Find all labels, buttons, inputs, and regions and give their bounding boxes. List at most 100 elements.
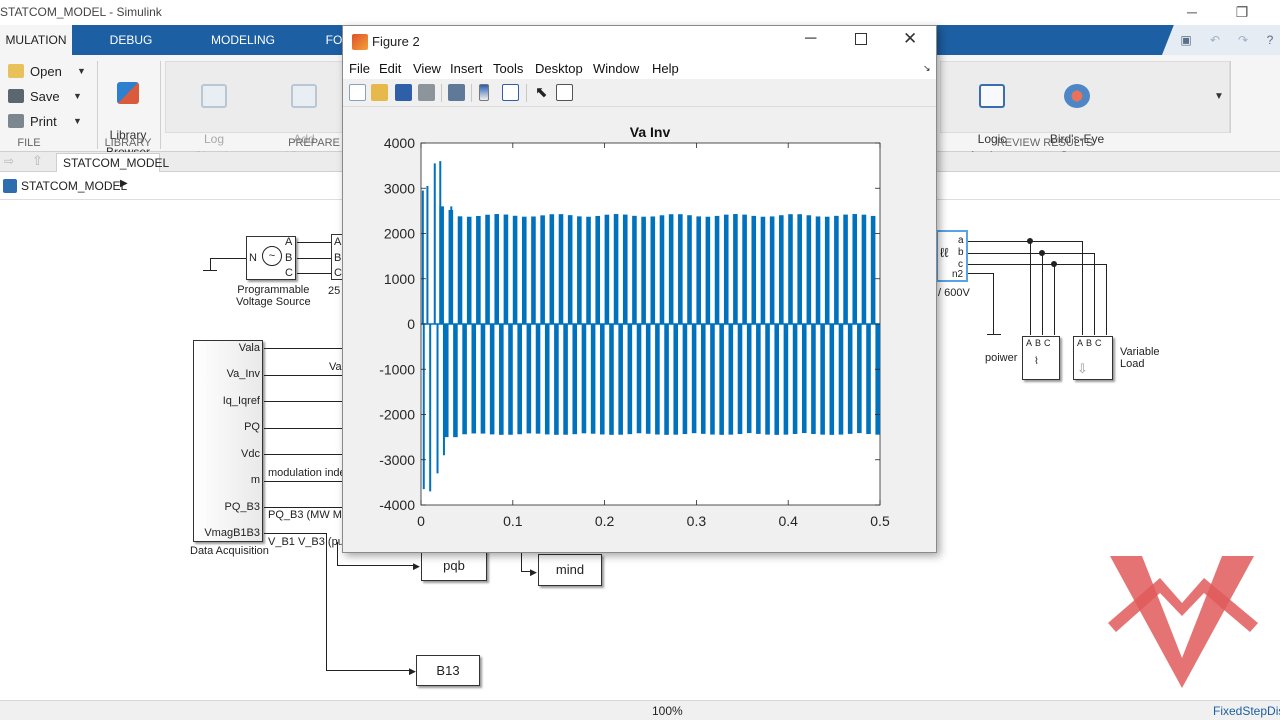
b13-block[interactable]: B13 [416, 655, 480, 686]
breadcrumb-arrow-icon[interactable]: ▶ [120, 178, 128, 189]
matlab-logo-icon [352, 34, 368, 50]
negative-pulse [664, 324, 669, 435]
mind-block[interactable]: mind [538, 554, 602, 586]
maximize-icon[interactable] [855, 33, 867, 45]
open-dropdown-icon[interactable]: ▼ [77, 66, 86, 76]
model-tab[interactable]: STATCOM_MODEL [56, 153, 169, 172]
close-icon[interactable]: ✕ [903, 29, 917, 49]
negative-pulse [857, 324, 862, 434]
breadcrumb[interactable]: STATCOM_MODEL [21, 179, 127, 193]
positive-pulse [705, 216, 711, 324]
up-arrow-icon[interactable]: ⇧ [32, 153, 43, 169]
add-viewer-button[interactable]: Add Viewer [275, 67, 333, 165]
wire [264, 454, 342, 455]
menu-insert[interactable]: Insert [450, 61, 483, 76]
undo-icon[interactable]: ↶ [1206, 31, 1224, 49]
tab-modeling[interactable]: MODELING [194, 25, 292, 55]
negative-pulse [820, 324, 825, 435]
property-editor-icon[interactable] [556, 84, 573, 101]
wire [1082, 241, 1083, 335]
figure-window: Figure 2 ─ ✕ File Edit View Insert Tools… [342, 25, 937, 553]
redo-icon[interactable]: ↷ [1234, 31, 1252, 49]
y-tick-label: 3000 [384, 180, 415, 196]
positive-pulse [687, 215, 692, 324]
negative-pulse [655, 324, 660, 435]
minimize-icon[interactable]: ─ [1182, 3, 1202, 21]
toolbar-divider [441, 84, 442, 102]
positive-pulse [503, 214, 509, 324]
menu-desktop[interactable]: Desktop [535, 61, 583, 76]
negative-pulse [728, 324, 734, 435]
signal-label: PQ_B3 (MW Mva [268, 509, 354, 521]
toolbar-divider [471, 84, 472, 102]
port-label: A [1077, 338, 1087, 348]
menu-file[interactable]: File [349, 61, 370, 76]
dock-arrow-icon[interactable]: ↘ [923, 63, 931, 74]
menu-help[interactable]: Help [652, 61, 679, 76]
logic-analyzer-button[interactable]: Logic Analyzer [960, 67, 1024, 165]
save-icon[interactable]: ▣ [1177, 31, 1195, 49]
negative-pulse [774, 324, 780, 435]
menu-edit[interactable]: Edit [379, 61, 401, 76]
negative-pulse [682, 324, 688, 435]
negative-pulse [847, 324, 853, 434]
print-button[interactable]: Print [8, 114, 57, 129]
save-button[interactable]: Save [8, 89, 60, 104]
port-label: B [1086, 338, 1096, 348]
open-button[interactable]: Open [8, 64, 62, 79]
print-icon[interactable] [418, 84, 435, 101]
positive-pulse [861, 214, 867, 324]
pointer-icon[interactable]: ⬉ [535, 83, 548, 101]
wire [297, 273, 331, 274]
y-tick-label: -4000 [379, 497, 415, 513]
colorbar-icon[interactable] [479, 84, 489, 101]
legend-icon[interactable] [502, 84, 519, 101]
zoom-level: 100% [652, 704, 683, 718]
link-plot-icon[interactable] [448, 84, 465, 101]
back-arrow-icon[interactable]: ⇨ [4, 154, 14, 168]
wire [264, 375, 342, 376]
negative-pulse [765, 324, 770, 435]
transformer-caption: / 600V [938, 287, 970, 299]
pqb-block[interactable]: pqb [421, 550, 487, 581]
positive-pulse [723, 214, 729, 324]
restore-icon[interactable]: ❐ [1232, 3, 1252, 21]
tab-simulation[interactable]: MULATION [0, 25, 72, 55]
wire [297, 258, 331, 259]
figure-title-bar: Figure 2 ─ ✕ [343, 26, 936, 57]
open-file-icon[interactable] [371, 84, 388, 101]
app-title-bar: STATCOM_MODEL - Simulink ─ ❐ [0, 0, 1280, 25]
birds-eye-scope-button[interactable]: Bird's-Eye Scope [1042, 67, 1112, 165]
new-figure-icon[interactable] [349, 84, 366, 101]
y-tick-label: -1000 [379, 361, 415, 377]
positive-pulse [870, 215, 876, 324]
help-icon[interactable]: ? [1261, 31, 1279, 49]
log-signals-button[interactable]: Log Signals [185, 67, 243, 165]
tab-debug[interactable]: DEBUG [90, 25, 172, 55]
save-dropdown-icon[interactable]: ▼ [73, 91, 82, 101]
negative-pulse [673, 324, 679, 435]
save-icon[interactable] [395, 84, 412, 101]
negative-pulse [581, 324, 587, 434]
solver-indicator[interactable]: FixedStepDis [1213, 704, 1280, 718]
gallery-expand-icon[interactable]: ▼ [1214, 91, 1224, 102]
negative-pulse [801, 324, 807, 434]
print-dropdown-icon[interactable]: ▼ [73, 116, 82, 126]
positive-pulse [824, 216, 830, 324]
menu-window[interactable]: Window [593, 61, 639, 76]
negative-pulse [719, 324, 724, 435]
negative-pulse [563, 324, 568, 435]
negative-pulse [691, 324, 697, 434]
menu-tools[interactable]: Tools [493, 61, 523, 76]
negative-pulse [443, 324, 449, 438]
wire [1094, 253, 1095, 335]
wire [326, 670, 411, 671]
wire [968, 264, 1106, 265]
negative-pulse [453, 324, 458, 438]
menu-view[interactable]: View [413, 61, 441, 76]
positive-pulse [632, 215, 637, 324]
minimize-icon[interactable]: ─ [805, 30, 816, 48]
y-tick-label: 0 [407, 316, 415, 332]
va-inv-chart[interactable]: Va Inv 4000 3000 2000 1000 0 -1000 -2000 -3000 -… [343, 107, 936, 552]
port-label: Iq_Iqref [222, 395, 260, 407]
